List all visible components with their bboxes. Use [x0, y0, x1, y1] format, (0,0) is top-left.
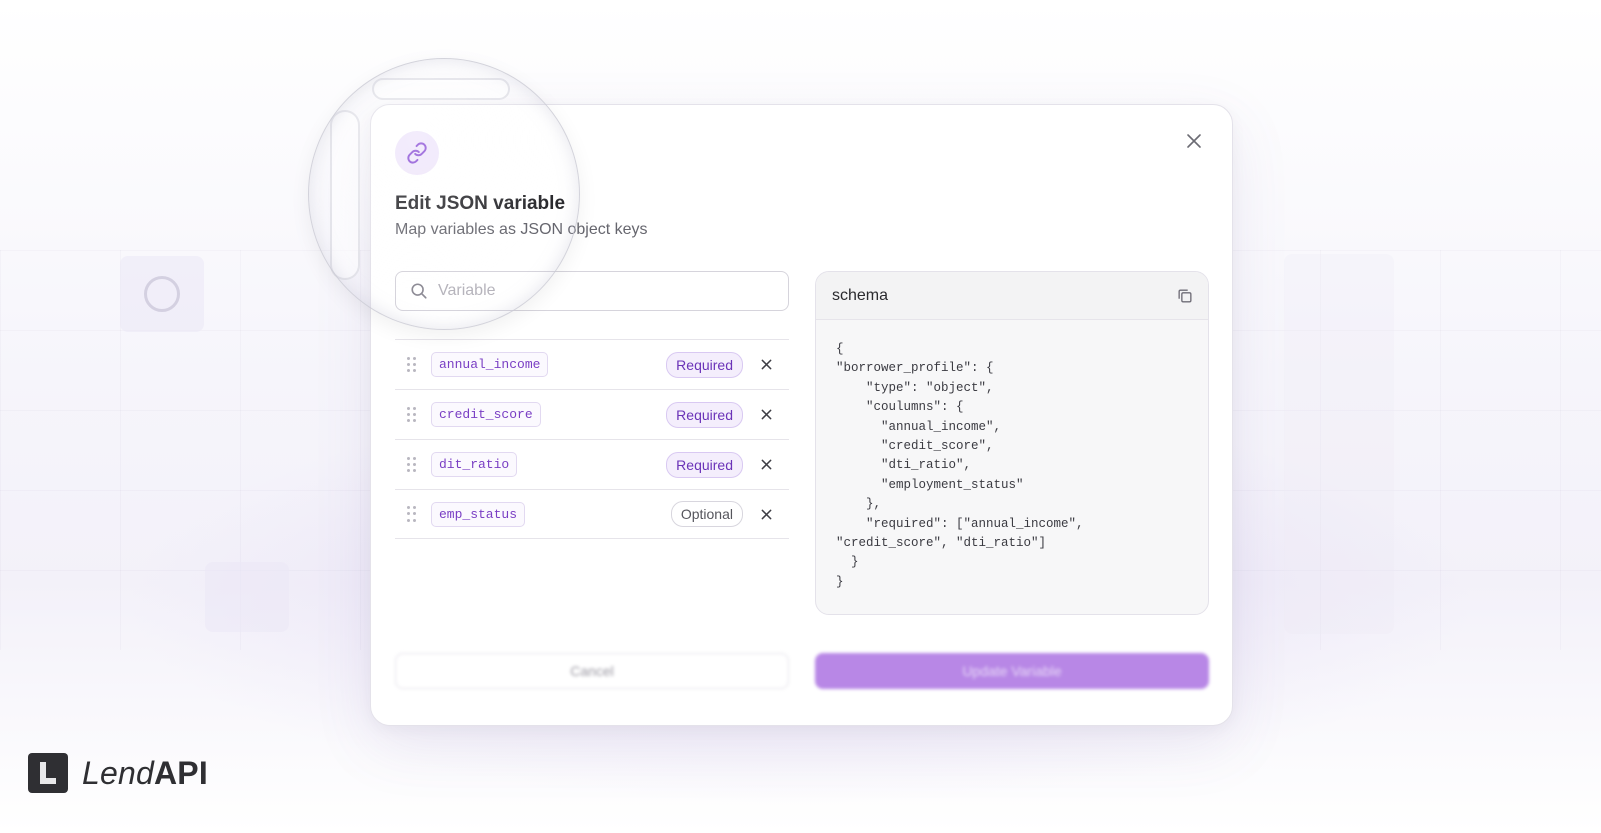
list-item: emp_status Optional [395, 489, 789, 539]
update-variable-button[interactable]: Update Variable [815, 653, 1209, 689]
variable-key: emp_status [431, 501, 526, 527]
variable-key: credit_score [431, 402, 541, 427]
copy-icon[interactable] [1176, 287, 1194, 305]
search-field[interactable] [395, 271, 789, 311]
link-icon [395, 131, 439, 175]
schema-code[interactable]: { "borrower_profile": { "type": "object"… [816, 320, 1208, 612]
background-card [1284, 254, 1394, 634]
dialog-title: Edit JSON variable [395, 193, 566, 214]
background-card [205, 562, 289, 632]
variable-key: annual_income [431, 352, 549, 377]
drag-handle-icon[interactable] [407, 406, 417, 423]
status-badge[interactable]: Required [666, 401, 743, 428]
list-item: annual_income Required [395, 339, 789, 389]
dialog-subtitle: Map variables as JSON object keys [395, 221, 648, 238]
edit-variable-dialog: Edit JSON variable Map variables as JSON… [370, 104, 1233, 726]
search-input[interactable] [438, 282, 758, 300]
dialog-footer: Cancel Update Variable [395, 653, 1209, 689]
drag-handle-icon[interactable] [407, 456, 417, 473]
list-item: credit_score Required [395, 389, 789, 439]
remove-icon[interactable] [759, 458, 773, 472]
schema-panel: schema { "borrower_profile": { "type": "… [815, 271, 1209, 615]
remove-icon[interactable] [759, 408, 773, 422]
brand-mark-icon [28, 753, 68, 793]
cancel-button[interactable]: Cancel [395, 653, 789, 689]
list-item: dit_ratio Required [395, 439, 789, 489]
schema-header: schema [816, 272, 1208, 320]
globe-icon [144, 276, 180, 312]
brand-name-light: Lend [82, 754, 154, 791]
lens-glare [372, 78, 510, 100]
status-badge[interactable]: Required [666, 451, 743, 478]
status-badge[interactable]: Optional [670, 501, 743, 527]
remove-icon[interactable] [759, 507, 773, 521]
drag-handle-icon[interactable] [407, 356, 417, 373]
status-badge[interactable]: Required [666, 351, 743, 378]
schema-title: schema [832, 286, 889, 304]
remove-icon[interactable] [759, 358, 773, 372]
drag-handle-icon[interactable] [407, 506, 417, 522]
variable-key: dit_ratio [431, 452, 518, 477]
brand-name: LendAPI [82, 755, 208, 792]
brand-name-bold: API [154, 754, 208, 791]
search-icon [411, 283, 427, 299]
close-icon[interactable] [1182, 129, 1206, 153]
brand-logo: LendAPI [28, 753, 208, 793]
variable-list: annual_income Required credit_score Requ… [395, 339, 789, 539]
lens-glare [330, 110, 360, 280]
